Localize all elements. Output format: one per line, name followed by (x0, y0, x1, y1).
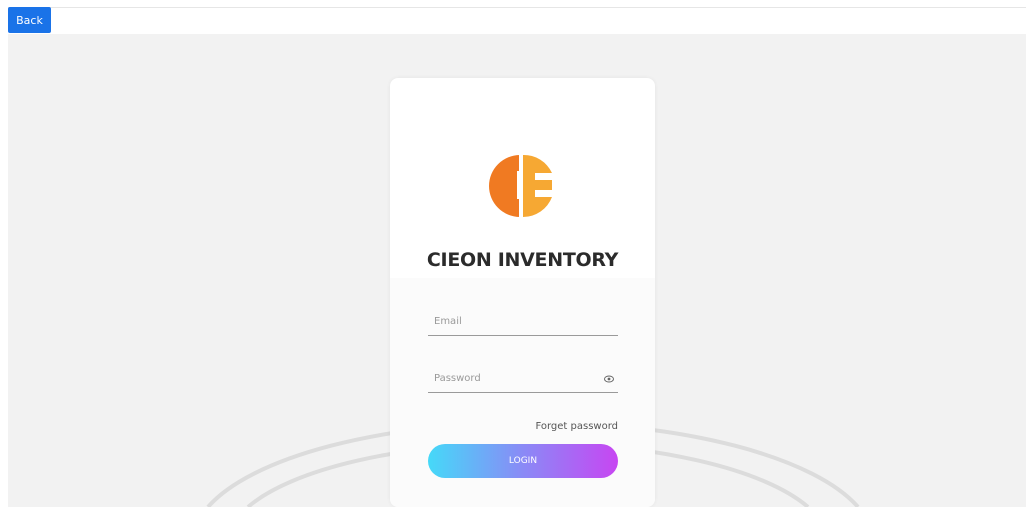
forget-password-link[interactable]: Forget password (535, 421, 618, 432)
password-field-wrapper (428, 365, 618, 393)
page-background: CIEON INVENTORY Forget password LOGIN (8, 34, 1026, 507)
app-title: CIEON INVENTORY (426, 249, 619, 271)
email-input[interactable] (428, 308, 618, 335)
top-bar: Back (0, 0, 1026, 34)
login-button[interactable]: LOGIN (428, 444, 618, 478)
login-card: CIEON INVENTORY Forget password LOGIN (390, 78, 655, 507)
password-input[interactable] (428, 365, 618, 392)
cieon-logo-icon (489, 154, 552, 217)
back-button[interactable]: Back (8, 7, 51, 33)
top-divider (8, 7, 1026, 8)
eye-icon[interactable] (604, 375, 614, 383)
email-field-wrapper (428, 308, 618, 336)
